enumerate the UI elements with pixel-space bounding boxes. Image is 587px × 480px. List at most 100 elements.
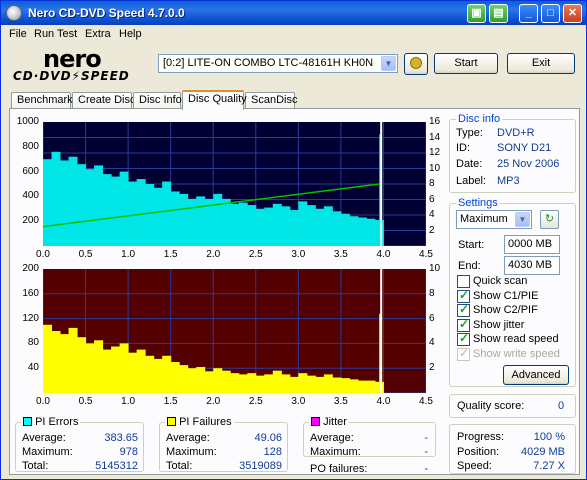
pif-x-tick: 4.0: [376, 396, 391, 407]
pie-bar: [272, 203, 282, 246]
pif-y-tick: 200: [22, 263, 39, 274]
pie-x-tick: 1.5: [163, 249, 178, 260]
pie-bar: [85, 169, 95, 246]
menu-extra[interactable]: Extra: [85, 28, 111, 40]
jitter-legend: Jitter: [309, 416, 349, 428]
pie-x-tick: 1.0: [121, 249, 136, 260]
pi-errors-swatch: [23, 417, 32, 426]
speed-value-readout: 7.27 X: [533, 460, 565, 472]
pif-x-tick: 0.5: [78, 396, 93, 407]
tab-benchmark[interactable]: Benchmark: [11, 92, 73, 109]
pie-bar: [153, 187, 163, 246]
jitter-title: Jitter: [323, 416, 347, 428]
checkbox-label: Show jitter: [473, 318, 525, 331]
tab-scandisc[interactable]: ScanDisc: [245, 92, 297, 109]
pie-avg-label: Average:: [22, 432, 66, 444]
start-button[interactable]: Start: [434, 53, 498, 74]
disc-label-label: Label:: [456, 175, 486, 187]
title-bar[interactable]: Nero CD-DVD Speed 4.7.0.0 ▣ ▤ _ □ ✕: [1, 1, 586, 25]
pif-y-tick: 80: [27, 337, 39, 349]
pie-bar: [119, 171, 129, 246]
exit-button[interactable]: Exit: [507, 53, 575, 74]
pif-bar: [306, 375, 316, 393]
pif-bar: [94, 340, 104, 393]
minimize-button[interactable]: _: [519, 4, 538, 23]
pie-bar: [111, 176, 121, 246]
pif-bar: [128, 352, 138, 393]
pie-bar: [162, 181, 172, 246]
quality-score-label: Quality score:: [457, 400, 525, 412]
menu-file[interactable]: File: [9, 28, 27, 40]
pif-avg-value: 49.06: [254, 432, 282, 444]
end-input[interactable]: 4030 MB: [504, 256, 560, 275]
tab-disc-quality[interactable]: Disc Quality: [182, 90, 247, 110]
tab-create-disc[interactable]: Create Disc: [72, 92, 135, 109]
speed-label: Speed:: [457, 460, 492, 472]
pie-bar: [145, 184, 155, 246]
pie-max-value: 978: [119, 446, 138, 458]
pie-bar: [366, 218, 376, 246]
pie-bar: [196, 196, 206, 246]
pif-bar: [230, 373, 240, 393]
tab-disc-info[interactable]: Disc Info: [133, 92, 182, 109]
checkbox-show-jitter[interactable]: [457, 317, 470, 332]
menu-run-test[interactable]: Run Test: [34, 28, 77, 40]
pie-bar: [136, 179, 146, 246]
pie-bar: [170, 191, 180, 246]
pie-bar: [289, 210, 299, 246]
pif-bar: [145, 355, 155, 393]
pie-bar: [298, 201, 308, 246]
nero-logo: nero CD·DVD⚡SPEED: [13, 45, 153, 83]
pie-x-tick: 4.0: [376, 249, 391, 260]
pif-y-tick: 160: [22, 287, 39, 299]
checkbox-quick-scan[interactable]: [457, 275, 470, 288]
pif-bar: [213, 368, 223, 393]
refresh-speed-button[interactable]: ↻: [540, 210, 559, 229]
pie-bar: [230, 203, 240, 246]
pif-bar: [153, 358, 163, 393]
pif-bar: [51, 331, 61, 393]
disc-label-value: MP3: [497, 175, 520, 187]
chevron-down-icon[interactable]: ▼: [515, 212, 530, 227]
pif-max-value: 128: [263, 446, 282, 458]
close-button[interactable]: ✕: [563, 4, 582, 23]
pie-bar: [306, 205, 316, 246]
pif-x-tick: 4.5: [419, 396, 433, 407]
drive-select[interactable]: [0:2] LITE-ON COMBO LTC-48161H KH0N ▼: [158, 54, 398, 73]
pie-x-tick: 0.5: [78, 249, 93, 260]
pif-bar: [77, 337, 87, 393]
po-failures-value: -: [424, 463, 428, 475]
checkbox-show-read-speed[interactable]: [457, 331, 470, 347]
pie-x-tick: 3.0: [291, 249, 306, 260]
pif-bar: [332, 377, 342, 393]
refresh-drive-button[interactable]: [404, 53, 428, 75]
disc-id-label: ID:: [456, 142, 471, 154]
pie-bar: [102, 174, 112, 246]
advanced-button[interactable]: Advanced: [503, 365, 569, 385]
checkbox-show-c2-pif[interactable]: [457, 302, 470, 318]
pif-bar: [111, 346, 121, 393]
pif-bar: [315, 376, 325, 393]
start-label: Start:: [458, 239, 485, 251]
chevron-down-icon[interactable]: ▼: [381, 56, 396, 71]
speed-select[interactable]: Maximum ▼: [456, 210, 532, 229]
start-input[interactable]: 0000 MB: [504, 235, 560, 254]
pie-bar: [264, 207, 274, 246]
pif-y2-tick: 6: [429, 312, 435, 324]
save-button[interactable]: ▤: [489, 4, 508, 23]
pif-x-tick: 3.5: [333, 396, 348, 407]
maximize-button[interactable]: □: [541, 4, 560, 23]
disc-type-label: Type:: [456, 127, 483, 139]
pie-y-tick: 400: [22, 190, 39, 202]
pif-bar: [179, 365, 189, 393]
pif-bar: [204, 371, 214, 393]
po-failures-label: PO failures:: [310, 463, 368, 475]
pie-y2-tick: 8: [429, 178, 435, 189]
menu-help[interactable]: Help: [119, 28, 142, 40]
pie-total-value: 5145312: [95, 460, 138, 472]
pi-failures-chart: [43, 269, 426, 393]
disc-date-value: 25 Nov 2006: [497, 158, 560, 170]
tray-button[interactable]: ▣: [467, 4, 486, 23]
pif-x-tick: 3.0: [291, 396, 306, 407]
checkbox-show-c1-pie[interactable]: [457, 288, 470, 303]
